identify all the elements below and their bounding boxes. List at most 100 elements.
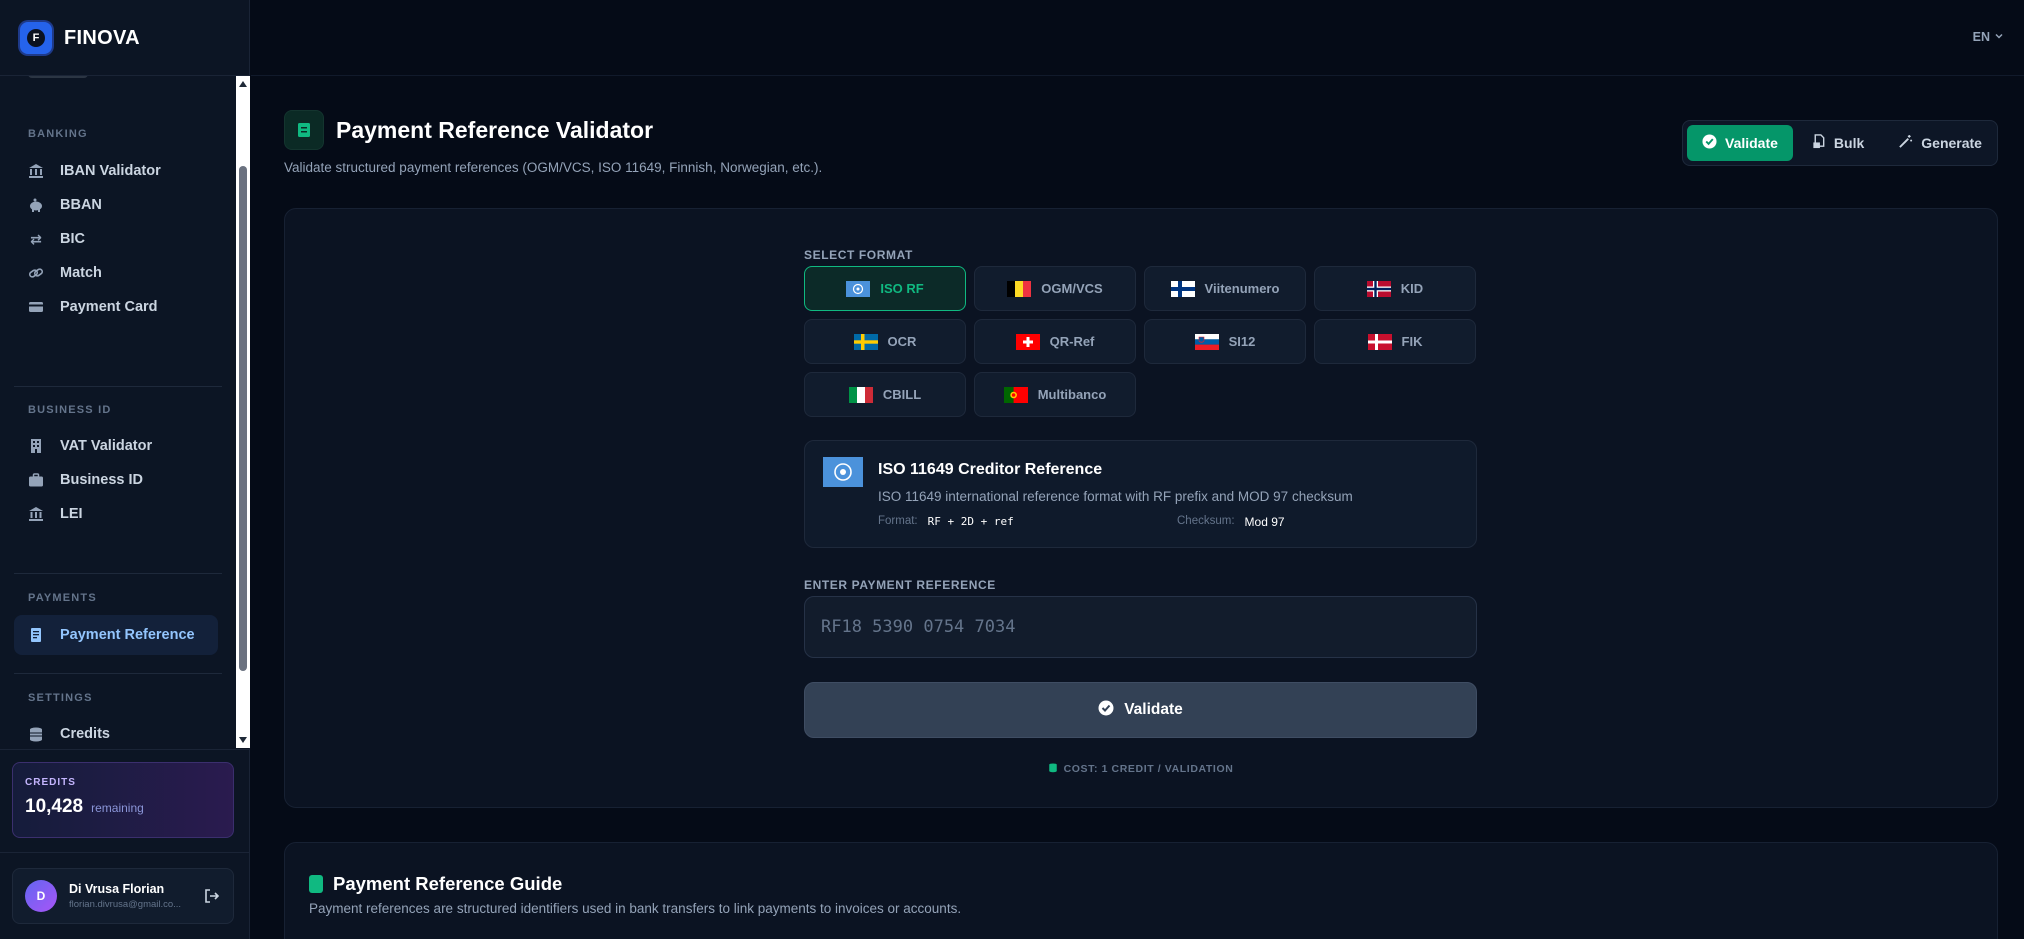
cost-note: COST: 1 CREDIT / VALIDATION: [804, 762, 1477, 776]
file-stack-icon: [1812, 134, 1826, 152]
sidebar-item-lei[interactable]: LEI: [14, 494, 218, 534]
sidebar-item-payment-reference[interactable]: Payment Reference: [14, 615, 218, 655]
scroll-up-icon[interactable]: [239, 81, 247, 87]
tab-label: Bulk: [1833, 135, 1865, 151]
format-meta-label: Format:: [878, 515, 918, 527]
check-circle-icon: [1098, 700, 1114, 721]
sidebar-item-credits[interactable]: Credits: [14, 714, 218, 748]
magic-wand-icon: [1898, 134, 1913, 152]
credits-card[interactable]: CREDITS 10,428 remaining: [12, 762, 234, 838]
select-format-label: SELECT FORMAT: [804, 248, 913, 262]
sidebar-item-payment-card[interactable]: Payment Card: [14, 287, 218, 327]
format-kid[interactable]: KID: [1314, 266, 1476, 311]
belgium-flag-icon: [1007, 280, 1032, 297]
sidebar-item-label: Credits: [60, 726, 110, 742]
sidebar-item-label: VAT Validator: [60, 438, 153, 454]
language-label: EN: [1972, 30, 1990, 44]
page-title: Payment Reference Validator: [336, 117, 654, 143]
language-selector[interactable]: EN: [1973, 30, 2004, 44]
piggy-bank-icon: [28, 197, 44, 213]
sidebar-item-label: IBAN Validator: [60, 163, 161, 179]
format-si12[interactable]: SI12: [1144, 319, 1306, 364]
avatar: D: [25, 880, 57, 912]
sidebar-scrollbar[interactable]: [236, 76, 250, 748]
tab-bulk[interactable]: Bulk: [1797, 125, 1879, 161]
sidebar-item-label: LEI: [60, 506, 83, 522]
validate-button[interactable]: Validate: [804, 682, 1477, 738]
format-label: QR-Ref: [1049, 334, 1095, 349]
credits-suffix: remaining: [91, 801, 144, 815]
switzerland-flag-icon: [1015, 333, 1040, 350]
brand-name: FINOVA: [64, 26, 140, 49]
sidebar-nav: BANKING IBAN Validator BBAN ⇄ BIC Match: [0, 76, 236, 748]
format-label: SI12: [1228, 334, 1256, 349]
user-card[interactable]: D Di Vrusa Florian florian.divrusa@gmail…: [12, 868, 234, 924]
chevron-down-icon: [1994, 30, 2004, 44]
guide-title: Payment Reference Guide: [309, 873, 562, 895]
section-divider: [14, 573, 222, 574]
format-label: KID: [1400, 281, 1424, 296]
tab-validate[interactable]: Validate: [1687, 125, 1793, 161]
section-divider: [14, 386, 222, 387]
book-icon: [309, 875, 323, 893]
format-ocr[interactable]: OCR: [804, 319, 966, 364]
section-label-banking: BANKING: [28, 128, 88, 140]
scrollbar-thumb[interactable]: [239, 166, 247, 671]
guide-card: Payment Reference Guide Payment referenc…: [284, 842, 1998, 939]
logout-icon[interactable]: [203, 887, 221, 905]
swap-arrows-icon: ⇄: [30, 230, 42, 247]
coins-icon: [28, 726, 44, 742]
section-label-business-id: BUSINESS ID: [28, 404, 112, 416]
checksum-meta-label: Checksum:: [1177, 515, 1235, 527]
tab-generate[interactable]: Generate: [1883, 125, 1997, 161]
topbar: EN: [251, 0, 2024, 76]
format-iso-rf[interactable]: ISO RF: [804, 266, 966, 311]
sidebar-item-label: BIC: [60, 231, 85, 247]
sidebar-item-label: Payment Card: [60, 299, 158, 315]
sidebar-item-label: Payment Reference: [60, 627, 195, 643]
section-divider: [14, 673, 222, 674]
credits-label: CREDITS: [25, 777, 76, 788]
institution-icon: [28, 506, 44, 522]
format-info-box: ISO 11649 Creditor Reference ISO 11649 i…: [804, 440, 1477, 548]
norway-flag-icon: [1366, 280, 1391, 297]
sidebar-item-label: BBAN: [60, 197, 102, 213]
brand[interactable]: F FINOVA: [20, 22, 140, 54]
format-info-checksum: Checksum: Mod 97: [1177, 515, 1285, 529]
check-circle-icon: [1702, 134, 1717, 152]
format-info-description: ISO 11649 international reference format…: [878, 489, 1353, 504]
format-cbill[interactable]: CBILL: [804, 372, 966, 417]
mode-tabs: Validate Bulk Generate: [1682, 120, 1998, 166]
scrolled-item-remnant: [28, 76, 88, 78]
format-fik[interactable]: FIK: [1314, 319, 1476, 364]
receipt-icon: [284, 110, 324, 150]
format-multibanco[interactable]: Multibanco: [974, 372, 1136, 417]
format-label: Viitenumero: [1204, 281, 1280, 296]
format-label: OGM/VCS: [1041, 281, 1103, 296]
tab-label: Validate: [1725, 135, 1778, 151]
format-qr-ref[interactable]: QR-Ref: [974, 319, 1136, 364]
payment-reference-input[interactable]: [804, 596, 1477, 658]
building-icon: [28, 438, 44, 454]
receipt-icon: [28, 627, 44, 643]
page-subtitle: Validate structured payment references (…: [284, 160, 823, 175]
sidebar-item-label: Business ID: [60, 472, 143, 488]
scroll-down-icon[interactable]: [239, 737, 247, 743]
format-viitenumero[interactable]: Viitenumero: [1144, 266, 1306, 311]
section-label-settings: SETTINGS: [28, 692, 93, 704]
format-label: CBILL: [882, 387, 922, 402]
format-info-title: ISO 11649 Creditor Reference: [878, 461, 1103, 478]
payment-reference-label: ENTER PAYMENT REFERENCE: [804, 578, 996, 592]
sweden-flag-icon: [853, 333, 878, 350]
briefcase-icon: [28, 472, 44, 488]
credit-card-icon: [28, 299, 44, 315]
sidebar: F FINOVA BANKING IBAN Validator BBAN ⇄ B…: [0, 0, 250, 939]
sidebar-divider: [0, 749, 250, 750]
format-ogm-vcs[interactable]: OGM/VCS: [974, 266, 1136, 311]
format-label: FIK: [1401, 334, 1423, 349]
brand-logo-letter: F: [27, 29, 45, 47]
un-flag-icon: [823, 457, 863, 487]
format-info-format: Format: RF + 2D + ref: [878, 515, 1014, 528]
brand-logo-icon: F: [20, 22, 52, 54]
sidebar-divider: [0, 852, 250, 853]
